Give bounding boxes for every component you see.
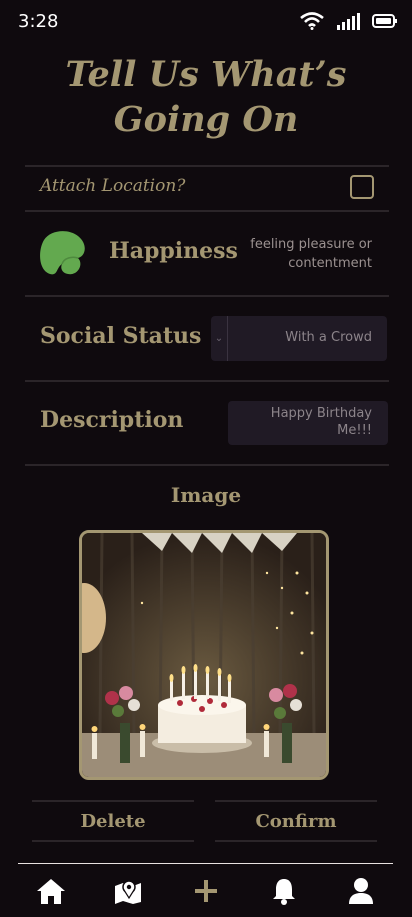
map-icon[interactable] <box>114 878 142 904</box>
divider <box>25 380 389 382</box>
birthday-cake-photo <box>82 533 326 777</box>
chevron-down-icon[interactable]: ⌄ <box>211 316 228 361</box>
divider <box>25 295 389 297</box>
divider <box>25 210 389 212</box>
nav-map[interactable] <box>103 866 153 916</box>
page-title-line1: Tell Us What’s <box>65 54 347 95</box>
nav-add[interactable] <box>181 866 231 916</box>
nav-profile[interactable] <box>336 866 386 916</box>
delete-button[interactable]: Delete <box>32 800 194 842</box>
battery-icon <box>372 14 397 28</box>
confirm-button[interactable]: Confirm <box>215 800 377 842</box>
emotion-name: Happiness <box>109 238 238 264</box>
signal-icon <box>337 13 360 30</box>
social-status-label: Social Status <box>40 323 202 349</box>
description-value: Happy Birthday Me!!! <box>270 406 372 438</box>
status-bar: 3:28 <box>0 0 412 42</box>
profile-icon[interactable] <box>348 877 374 905</box>
emotion-blob-icon <box>40 231 85 275</box>
home-icon[interactable] <box>36 877 66 905</box>
bottom-nav <box>0 864 412 917</box>
bell-icon[interactable] <box>272 877 296 905</box>
attach-location-checkbox[interactable] <box>350 175 374 199</box>
attach-location-label: Attach Location? <box>40 176 186 196</box>
nav-notifications[interactable] <box>259 866 309 916</box>
page-title-line2: Going On <box>113 99 299 140</box>
social-status-value: With a Crowd <box>285 330 372 345</box>
image-heading: Image <box>170 483 242 507</box>
plus-icon[interactable] <box>194 879 218 903</box>
description-label: Description <box>40 407 184 433</box>
attached-photo <box>79 530 329 780</box>
status-icons <box>300 12 398 30</box>
wifi-icon <box>300 12 324 30</box>
description-input[interactable]: Happy Birthday Me!!! <box>228 401 388 445</box>
nav-home[interactable] <box>26 866 76 916</box>
page-title: Tell Us What’s Going On <box>0 52 412 142</box>
status-time: 3:28 <box>18 10 59 32</box>
divider <box>25 464 389 466</box>
social-status-select[interactable]: ⌄ With a Crowd <box>211 316 387 361</box>
divider <box>25 165 389 167</box>
emotion-description: feeling pleasure or contentment <box>250 237 372 271</box>
